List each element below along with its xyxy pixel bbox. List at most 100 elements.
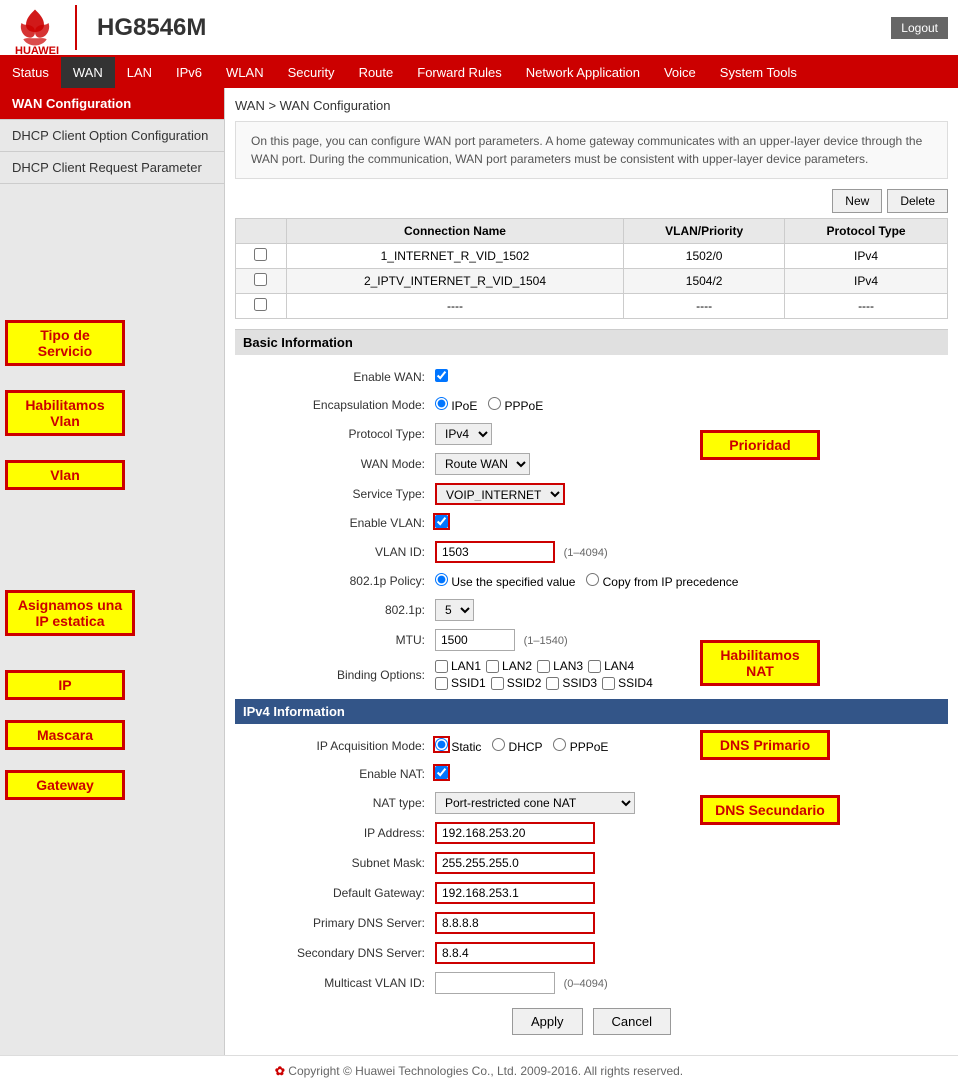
nav-bar: Status WAN LAN IPv6 WLAN Security Route … (0, 57, 958, 88)
sidebar-item-dhcp-request[interactable]: DHCP Client Request Parameter (0, 152, 224, 184)
row1-name: 1_INTERNET_R_VID_1502 (286, 244, 623, 269)
wan-mode-select[interactable]: Route WAN (435, 453, 530, 475)
apply-button[interactable]: Apply (512, 1008, 583, 1035)
secondary-dns-input[interactable] (435, 942, 595, 964)
multicast-label: Multicast VLAN ID: (235, 976, 435, 990)
nav-ipv6[interactable]: IPv6 (164, 57, 214, 88)
sidebar-item-wan-config[interactable]: WAN Configuration (0, 88, 224, 120)
mtu-label: MTU: (235, 633, 435, 647)
encap-pppoe-text: PPPoE (505, 399, 544, 413)
table-row: ---- ---- ---- (236, 294, 948, 319)
table-header-vlan: VLAN/Priority (624, 219, 785, 244)
nav-status[interactable]: Status (0, 57, 61, 88)
table-header-check (236, 219, 287, 244)
nav-wlan[interactable]: WLAN (214, 57, 276, 88)
table-header-name: Connection Name (286, 219, 623, 244)
enable-vlan-checkbox[interactable] (435, 515, 448, 528)
row2-protocol: IPv4 (785, 269, 948, 294)
footer-logo-symbol: ✿ (275, 1064, 285, 1078)
row2-name: 2_IPTV_INTERNET_R_VID_1504 (286, 269, 623, 294)
nav-route[interactable]: Route (347, 57, 406, 88)
policy-specified-text: Use the specified value (451, 575, 575, 589)
huawei-logo: HUAWEI (10, 5, 60, 50)
nav-system-tools[interactable]: System Tools (708, 57, 809, 88)
wan-mode-label: WAN Mode: (235, 457, 435, 471)
ip-pppoe-radio[interactable] (553, 738, 566, 751)
policy-copy-text: Copy from IP precedence (603, 575, 739, 589)
ssid1-checkbox[interactable] (435, 677, 448, 690)
sidebar-item-dhcp-option[interactable]: DHCP Client Option Configuration (0, 120, 224, 152)
secondary-dns-label: Secondary DNS Server: (235, 946, 435, 960)
ip-static-radio[interactable] (435, 738, 448, 751)
ipv4-section-header: IPv4 Information (235, 699, 948, 724)
cancel-button[interactable]: Cancel (593, 1008, 671, 1035)
row3-vlan: ---- (624, 294, 785, 319)
row2-vlan: 1504/2 (624, 269, 785, 294)
ssid3-checkbox[interactable] (546, 677, 559, 690)
enable-wan-checkbox[interactable] (435, 369, 448, 382)
subnet-input[interactable] (435, 852, 595, 874)
nav-network-application[interactable]: Network Application (514, 57, 652, 88)
vlan-id-input[interactable] (435, 541, 555, 563)
connection-table: Connection Name VLAN/Priority Protocol T… (235, 218, 948, 319)
nav-wan[interactable]: WAN (61, 57, 115, 88)
encap-pppoe-radio[interactable] (488, 397, 501, 410)
lan3-checkbox[interactable] (537, 660, 550, 673)
policy-copy-radio[interactable] (586, 573, 599, 586)
policy-label: 802.1p Policy: (235, 574, 435, 588)
gateway-input[interactable] (435, 882, 595, 904)
vlan-id-label: VLAN ID: (235, 545, 435, 559)
enable-vlan-label: Enable VLAN: (235, 516, 435, 530)
logout-button[interactable]: Logout (891, 17, 948, 39)
nat-type-label: NAT type: (235, 796, 435, 810)
row3-checkbox[interactable] (254, 298, 267, 311)
mtu-input[interactable] (435, 629, 515, 651)
vlan-hint: (1–4094) (564, 547, 608, 559)
ssid2-checkbox[interactable] (491, 677, 504, 690)
ip-dhcp-radio[interactable] (492, 738, 505, 751)
lan2-checkbox[interactable] (486, 660, 499, 673)
service-type-select[interactable]: VOIP_INTERNET (435, 483, 565, 505)
table-header-protocol: Protocol Type (785, 219, 948, 244)
model-title: HG8546M (97, 14, 206, 41)
ip-static-text: Static (451, 740, 481, 754)
encap-ipoe-radio[interactable] (435, 397, 448, 410)
ip-address-input[interactable] (435, 822, 595, 844)
info-box: On this page, you can configure WAN port… (235, 121, 948, 179)
row1-vlan: 1502/0 (624, 244, 785, 269)
row1-checkbox[interactable] (254, 248, 267, 261)
nav-voice[interactable]: Voice (652, 57, 708, 88)
policy-specified-radio[interactable] (435, 573, 448, 586)
enable-nat-label: Enable NAT: (235, 767, 435, 781)
binding-label: Binding Options: (235, 668, 435, 682)
row2-checkbox[interactable] (254, 273, 267, 286)
ssid4-checkbox[interactable] (602, 677, 615, 690)
nat-type-select[interactable]: Port-restricted cone NAT (435, 792, 635, 814)
gateway-label: Default Gateway: (235, 886, 435, 900)
footer-text: Copyright © Huawei Technologies Co., Ltd… (288, 1064, 683, 1078)
enable-nat-checkbox[interactable] (435, 766, 448, 779)
primary-dns-input[interactable] (435, 912, 595, 934)
ip-acq-label: IP Acquisition Mode: (235, 739, 435, 753)
delete-button[interactable]: Delete (887, 189, 948, 213)
multicast-input[interactable] (435, 972, 555, 994)
dot1p-select[interactable]: 5 (435, 599, 474, 621)
row1-protocol: IPv4 (785, 244, 948, 269)
nav-security[interactable]: Security (276, 57, 347, 88)
breadcrumb: WAN > WAN Configuration (235, 98, 948, 113)
nav-forward-rules[interactable]: Forward Rules (405, 57, 514, 88)
primary-dns-label: Primary DNS Server: (235, 916, 435, 930)
subnet-label: Subnet Mask: (235, 856, 435, 870)
service-type-label: Service Type: (235, 487, 435, 501)
enable-wan-label: Enable WAN: (235, 370, 435, 384)
row3-protocol: ---- (785, 294, 948, 319)
table-row: 2_IPTV_INTERNET_R_VID_1504 1504/2 IPv4 (236, 269, 948, 294)
protocol-label: Protocol Type: (235, 427, 435, 441)
new-button[interactable]: New (832, 189, 882, 213)
nav-lan[interactable]: LAN (115, 57, 164, 88)
protocol-select[interactable]: IPv4 (435, 423, 492, 445)
row3-name: ---- (286, 294, 623, 319)
ip-dhcp-text: DHCP (509, 740, 543, 754)
lan4-checkbox[interactable] (588, 660, 601, 673)
lan1-checkbox[interactable] (435, 660, 448, 673)
